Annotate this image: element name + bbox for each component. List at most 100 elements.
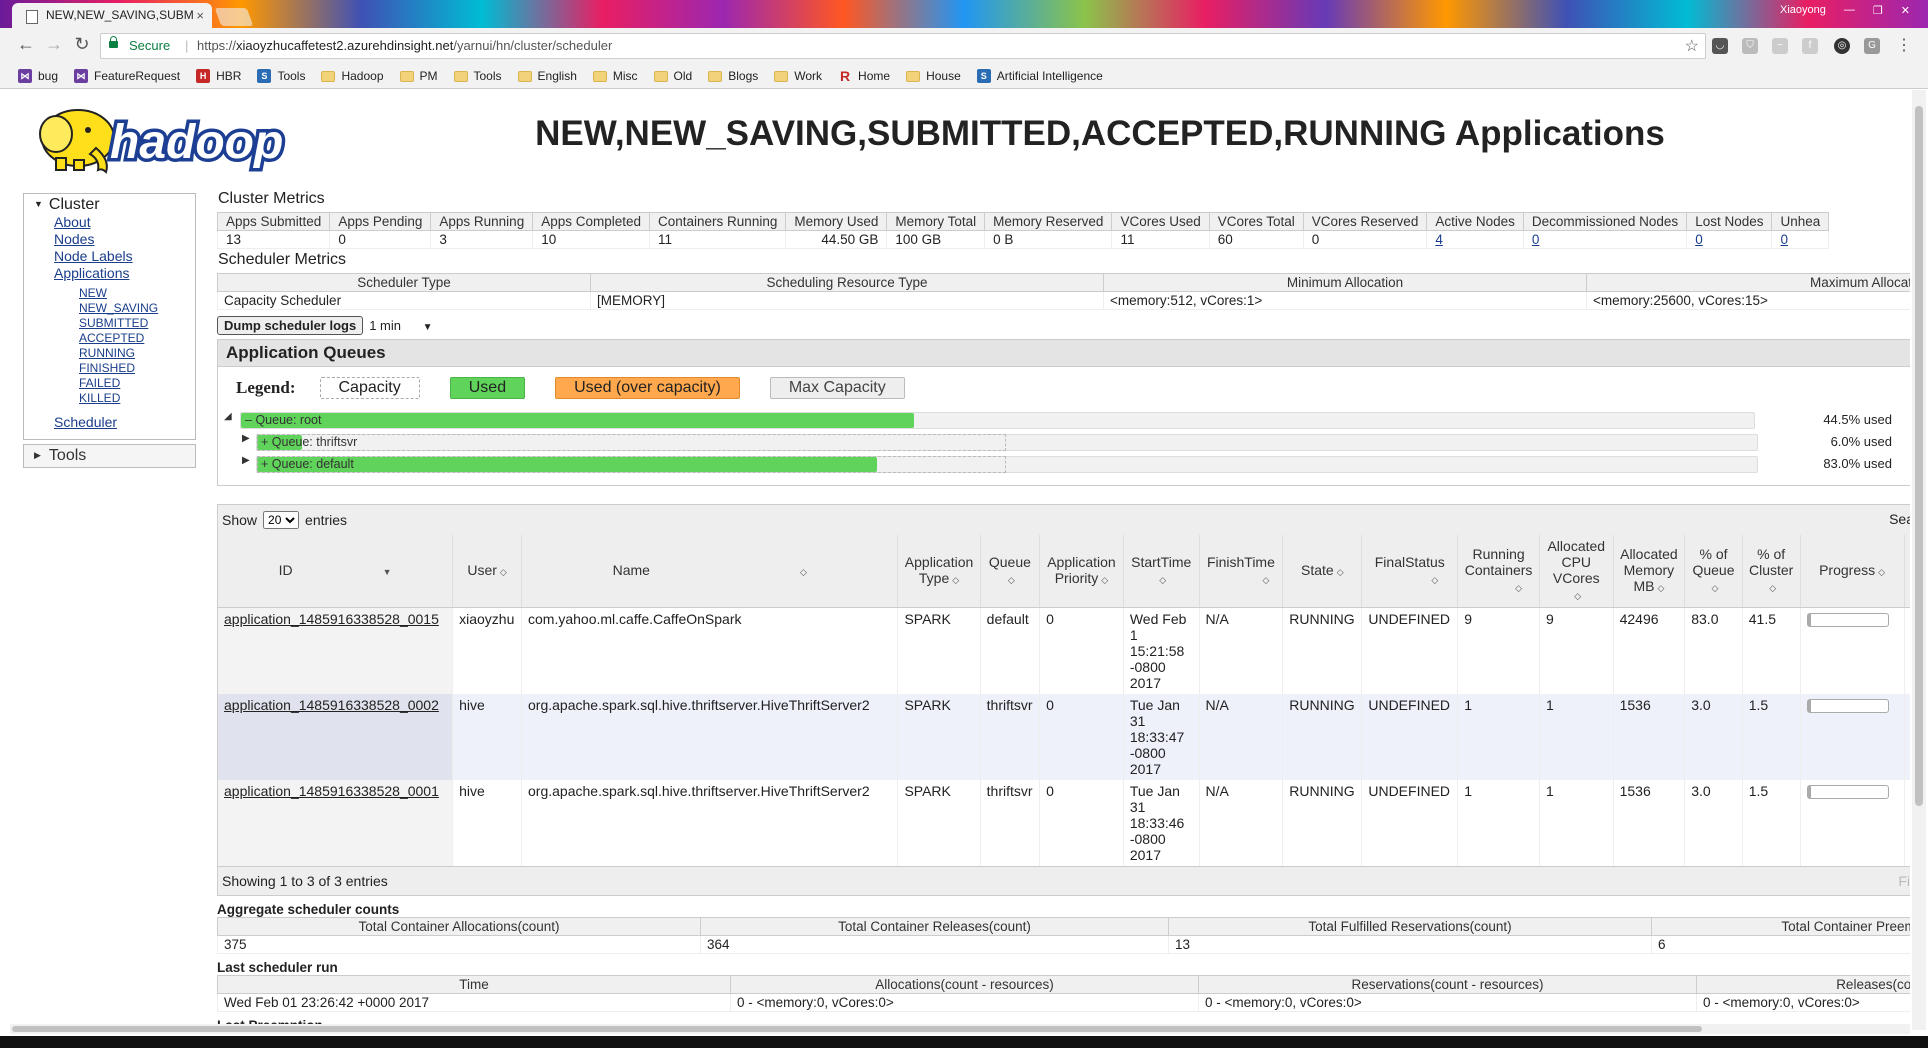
unhealthy-nodes-link[interactable]: 0 xyxy=(1780,232,1788,247)
font-icon[interactable]: f xyxy=(1802,38,1818,54)
triangle-right-icon[interactable]: ▶ xyxy=(242,433,250,444)
search-label[interactable]: Sea xyxy=(1889,511,1910,527)
bookmark-hadoop[interactable]: Hadoop xyxy=(321,69,384,83)
bookmark-pm[interactable]: PM xyxy=(399,69,438,83)
queue-row-default[interactable]: ▶ + Queue: default 83.0% used xyxy=(218,453,1910,475)
progress-bar xyxy=(1806,613,1889,627)
decommissioned-nodes-link[interactable]: 0 xyxy=(1532,232,1540,247)
entries-per-page-select[interactable]: 20 xyxy=(263,511,300,529)
bookmark-featurerequest[interactable]: ⋈ FeatureRequest xyxy=(74,69,180,83)
triangle-down-icon[interactable]: ◢ xyxy=(224,411,232,422)
col-final-status[interactable]: FinalStatus ◇ xyxy=(1361,535,1459,608)
bookmark-work[interactable]: Work xyxy=(774,69,822,83)
nav-about[interactable]: About xyxy=(54,214,195,231)
application-id-link[interactable]: application_1485916338528_0001 xyxy=(224,783,439,799)
col-finishtime[interactable]: FinishTime ◇ xyxy=(1199,535,1284,608)
bookmark-old[interactable]: Old xyxy=(653,69,692,83)
shield-icon[interactable]: ⛉ xyxy=(1742,38,1758,54)
nav-app-running[interactable]: RUNNING xyxy=(79,346,195,361)
extension-icon[interactable]: ~ xyxy=(1772,38,1788,54)
table-row[interactable]: application_1485916338528_0002 hive org.… xyxy=(218,694,1910,780)
hadoop-logo[interactable]: hadoop xyxy=(26,98,336,178)
bookmark-house[interactable]: House xyxy=(906,69,961,83)
close-window-icon[interactable]: ✕ xyxy=(1901,4,1910,17)
application-id-link[interactable]: application_1485916338528_0002 xyxy=(224,697,439,713)
legend-capacity: Capacity xyxy=(319,377,420,399)
aggregate-counts-table: Total Container Allocations(count) Total… xyxy=(217,917,1910,954)
vertical-scrollbar[interactable] xyxy=(1912,90,1926,1030)
dump-interval-select[interactable]: 1 min ▼ xyxy=(369,318,432,333)
col-user[interactable]: User ◇ xyxy=(452,535,523,608)
address-bar[interactable]: Secure | https://xiaoyzhucaffetest2.azur… xyxy=(100,33,1706,59)
forward-icon[interactable]: → xyxy=(42,34,66,55)
bookmark-ai[interactable]: S Artificial Intelligence xyxy=(976,69,1103,83)
nav-app-new-saving[interactable]: NEW_SAVING xyxy=(79,301,195,316)
scrollbar-thumb[interactable] xyxy=(1915,106,1923,806)
application-id-link[interactable]: application_1485916338528_0015 xyxy=(224,611,439,627)
extension-circle-icon[interactable]: ◎ xyxy=(1834,38,1850,54)
col-allocated-vcores[interactable]: Allocated CPU VCores ◇ xyxy=(1539,535,1614,608)
pocket-icon[interactable]: ◡ xyxy=(1712,38,1728,54)
col-queue[interactable]: Queue ◇ xyxy=(980,535,1041,608)
close-tab-icon[interactable]: × xyxy=(196,3,204,28)
folder-icon xyxy=(453,70,468,82)
queue-row-root[interactable]: ◢ – Queue: root 44.5% used xyxy=(218,409,1910,431)
table-row[interactable]: application_1485916338528_0015 xiaoyzhu … xyxy=(218,607,1910,694)
nav-app-finished[interactable]: FINISHED xyxy=(79,361,195,376)
bookmark-star-icon[interactable]: ☆ xyxy=(1685,36,1699,56)
cluster-toggle[interactable]: ▼ Cluster xyxy=(24,194,195,214)
nav-app-killed[interactable]: KILLED xyxy=(79,391,195,406)
col-running-containers[interactable]: Running Containers ◇ xyxy=(1457,535,1540,608)
bookmark-misc[interactable]: Misc xyxy=(592,69,638,83)
horizontal-scrollbar[interactable] xyxy=(10,1024,1910,1034)
col-starttime[interactable]: StartTime ◇ xyxy=(1123,535,1200,608)
nav-node-labels[interactable]: Node Labels xyxy=(54,248,195,265)
tools-toggle[interactable]: ▶ Tools xyxy=(23,444,196,468)
col-allocated-memory[interactable]: Allocated Memory MB ◇ xyxy=(1613,535,1686,608)
nav-app-failed[interactable]: FAILED xyxy=(79,376,195,391)
sort-icon: ◇ xyxy=(1262,575,1270,585)
col-progress[interactable]: Progress ◇ xyxy=(1800,535,1905,608)
col-app-type[interactable]: Application Type ◇ xyxy=(897,535,981,608)
nav-applications[interactable]: Applications xyxy=(54,265,195,282)
bookmark-home[interactable]: R Home xyxy=(838,69,890,83)
dump-scheduler-logs-button[interactable]: Dump scheduler logs xyxy=(217,316,364,335)
triangle-right-icon[interactable]: ▶ xyxy=(242,455,250,466)
reload-icon[interactable]: ↻ xyxy=(70,34,94,55)
active-nodes-link[interactable]: 4 xyxy=(1435,232,1443,247)
nav-app-submitted[interactable]: SUBMITTED xyxy=(79,316,195,331)
minimize-icon[interactable]: — xyxy=(1844,4,1855,16)
nav-app-new[interactable]: NEW xyxy=(79,286,195,301)
menu-icon[interactable]: ⋮ xyxy=(1896,38,1912,54)
col-id[interactable]: ID ▼ xyxy=(218,535,454,608)
cluster-nav: ▼ Cluster About Nodes Node Labels Applica… xyxy=(23,193,196,440)
new-tab-button[interactable] xyxy=(214,8,254,26)
col-pct-queue[interactable]: % of Queue ◇ xyxy=(1684,535,1743,608)
lost-nodes-link[interactable]: 0 xyxy=(1695,232,1703,247)
sort-desc-icon: ▼ xyxy=(382,567,392,577)
nav-nodes[interactable]: Nodes xyxy=(54,231,195,248)
nav-scheduler[interactable]: Scheduler xyxy=(54,414,195,431)
nav-app-accepted[interactable]: ACCEPTED xyxy=(79,331,195,346)
bookmark-tools-folder[interactable]: Tools xyxy=(453,69,502,83)
browser-tab[interactable]: NEW,NEW_SAVING,SUBM × xyxy=(12,3,212,28)
bookmark-english[interactable]: English xyxy=(517,69,577,83)
bookmark-hbr[interactable]: H HBR xyxy=(196,69,241,83)
bookmark-tools[interactable]: S Tools xyxy=(257,69,305,83)
maximize-icon[interactable]: ❐ xyxy=(1873,4,1883,17)
sort-icon: ◇ xyxy=(1878,567,1886,577)
back-icon[interactable]: ← xyxy=(14,34,38,55)
bookmark-blogs[interactable]: Blogs xyxy=(708,69,758,83)
table-row[interactable]: application_1485916338528_0001 hive org.… xyxy=(218,780,1910,866)
bookmark-bug[interactable]: ⋈ bug xyxy=(18,69,58,83)
taskbar xyxy=(0,1036,1928,1048)
scrollbar-thumb[interactable] xyxy=(12,1026,1702,1032)
account-icon[interactable]: G xyxy=(1864,38,1880,54)
col-name[interactable]: Name ◇ xyxy=(521,535,899,608)
queue-row-thriftsvr[interactable]: ▶ + Queue: thriftsvr 6.0% used xyxy=(218,431,1910,453)
first-page-button[interactable]: Fi xyxy=(1898,873,1910,889)
col-state[interactable]: State ◇ xyxy=(1282,535,1363,608)
col-app-priority[interactable]: Application Priority ◇ xyxy=(1039,535,1124,608)
col-pct-cluster[interactable]: % of Cluster ◇ xyxy=(1742,535,1801,608)
queue-bar: + Queue: default xyxy=(256,456,1758,473)
